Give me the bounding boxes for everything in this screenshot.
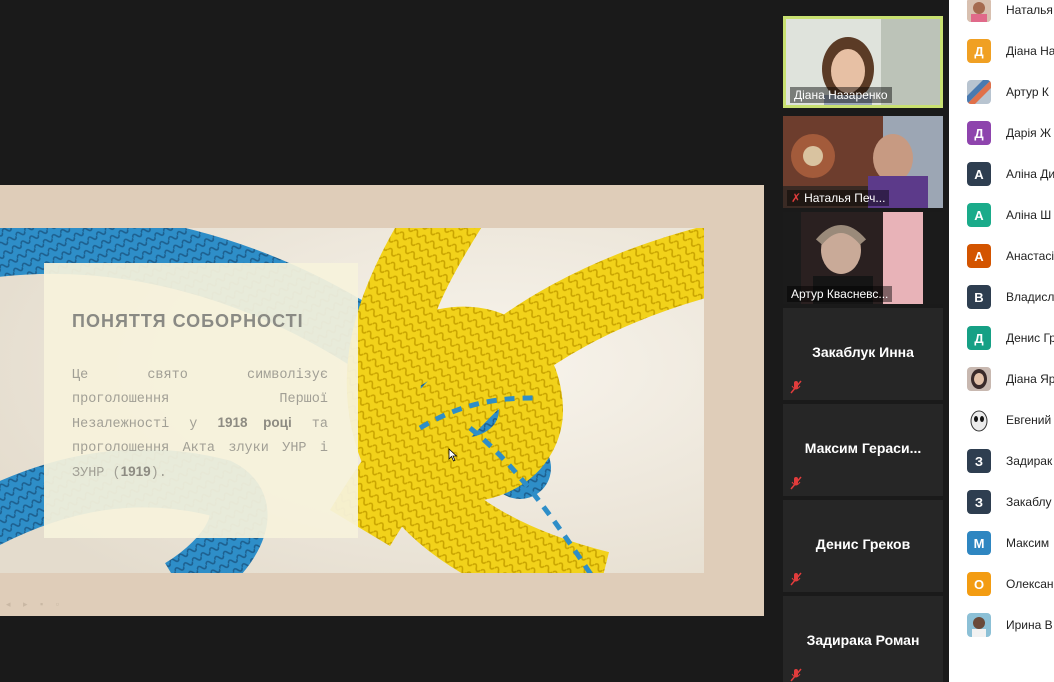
participant-row[interactable]: А Анастасі	[967, 242, 1054, 270]
participant-row[interactable]: Д Дарія Ж	[967, 119, 1054, 147]
video-tile[interactable]: ✗ Наталья Печ...	[783, 116, 943, 208]
participant-name: Максим	[1006, 536, 1050, 550]
participant-row[interactable]: Артур К	[967, 78, 1054, 106]
participant-row[interactable]: А Аліна Ш	[967, 201, 1054, 229]
participant-row[interactable]: В Владисл	[967, 283, 1054, 311]
video-gallery-strip: Діана Назаренко ✗ Наталья Печ... Артур К…	[779, 14, 947, 682]
participant-row[interactable]: З Задирак	[967, 447, 1054, 475]
participant-row[interactable]: Ирина В	[967, 611, 1054, 639]
participant-row[interactable]: З Закаблу	[967, 488, 1054, 516]
participant-row[interactable]: Д Денис Гр	[967, 324, 1054, 352]
video-tile-name: Діана Назаренко	[790, 87, 892, 103]
avatar: З	[967, 449, 991, 473]
participant-row[interactable]: А Аліна Ди	[967, 160, 1054, 188]
video-tile[interactable]: Денис Греков	[783, 500, 943, 592]
participants-panel: Наталья Д Діана На Артур К Д Дарія Ж А А…	[949, 0, 1054, 682]
video-tile[interactable]: Закаблук Инна	[783, 308, 943, 400]
mic-muted-icon	[790, 668, 802, 682]
avatar: Д	[967, 39, 991, 63]
video-tile[interactable]: Артур Квасневс...	[783, 212, 943, 304]
mouse-cursor-icon	[448, 448, 458, 462]
avatar	[967, 367, 991, 391]
mic-muted-icon	[790, 380, 802, 394]
video-tile-name: Задирака Роман	[806, 632, 920, 648]
slide-body-text: Це свято символізує проголошення Першої …	[72, 368, 328, 481]
slide-nav-controls[interactable]: ◂ ▸ ▪ ▫	[6, 599, 64, 610]
participant-name: Наталья	[1006, 3, 1053, 17]
avatar	[967, 0, 991, 22]
mic-muted-icon	[790, 572, 802, 586]
participant-row[interactable]: О Олексан	[967, 570, 1054, 598]
avatar: А	[967, 244, 991, 268]
video-tile[interactable]: Максим Гераси...	[783, 404, 943, 496]
participant-name: Ирина В	[1006, 618, 1053, 632]
avatar: З	[967, 490, 991, 514]
video-tile[interactable]: Задирака Роман	[783, 596, 943, 682]
video-tile-name: Артур Квасневс...	[787, 286, 893, 302]
participant-name: Задирак	[1006, 454, 1053, 468]
participant-name: Анастасі	[1006, 249, 1054, 263]
avatar: Д	[967, 121, 991, 145]
participant-name: Дарія Ж	[1006, 126, 1052, 140]
participant-row[interactable]: Д Діана На	[967, 37, 1054, 65]
participant-row[interactable]: Евгений	[967, 406, 1054, 434]
avatar: В	[967, 285, 991, 309]
video-tile-name: Максим Гераси...	[804, 440, 922, 456]
slide-title: ПОНЯТТЯ СОБОРНОСТІ	[72, 311, 304, 331]
avatar: О	[967, 572, 991, 596]
mic-muted-icon	[790, 476, 802, 490]
video-tile-name: Денис Греков	[815, 536, 911, 552]
participant-name: Артур К	[1006, 85, 1049, 99]
avatar: Д	[967, 326, 991, 350]
participant-row[interactable]: М Максим	[967, 529, 1054, 557]
participant-name: Евгений	[1006, 413, 1052, 427]
participant-row[interactable]: Діана Яр	[967, 365, 1054, 393]
participant-name: Аліна Ди	[1006, 167, 1054, 181]
shared-screen-slide[interactable]: ПОНЯТТЯ СОБОРНОСТІ Це свято символізує п…	[0, 185, 764, 616]
avatar	[967, 80, 991, 104]
participant-name: Аліна Ш	[1006, 208, 1052, 222]
participant-row[interactable]: Наталья	[967, 0, 1054, 24]
avatar: А	[967, 203, 991, 227]
video-tile-name: Закаблук Инна	[812, 344, 914, 360]
avatar: М	[967, 531, 991, 555]
participant-name: Денис Гр	[1006, 331, 1054, 345]
avatar	[967, 613, 991, 637]
participant-name: Владисл	[1006, 290, 1054, 304]
participant-name: Олексан	[1006, 577, 1054, 591]
video-tile-name: ✗ Наталья Печ...	[787, 190, 890, 206]
video-tile[interactable]: Діана Назаренко	[783, 16, 943, 108]
avatar: А	[967, 162, 991, 186]
mic-muted-icon: ✗	[791, 191, 802, 205]
participant-name: Діана Яр	[1006, 372, 1054, 386]
participant-name: Закаблу	[1006, 495, 1052, 509]
avatar	[967, 408, 991, 432]
participant-name: Діана На	[1006, 44, 1054, 58]
slide-text-card: ПОНЯТТЯ СОБОРНОСТІ Це свято символізує п…	[44, 263, 358, 538]
meeting-window: ПОНЯТТЯ СОБОРНОСТІ Це свято символізує п…	[0, 0, 1054, 682]
